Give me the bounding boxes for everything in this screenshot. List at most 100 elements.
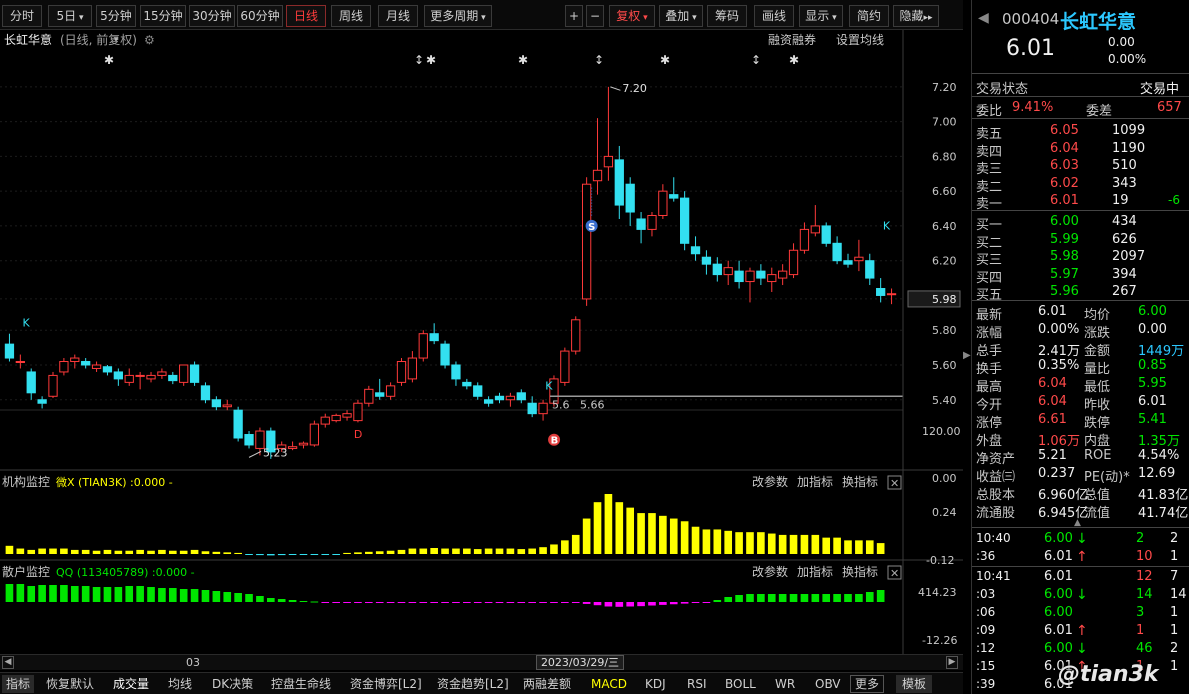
quote-row: 买五 5.96 267 [972, 283, 1189, 303]
indicator-bar [833, 594, 841, 602]
event-star-icon[interactable]: ✱ [518, 53, 528, 67]
candle-body [244, 434, 254, 446]
panel1-switch-indicator[interactable]: 换指标 [842, 474, 878, 489]
tab-15min[interactable]: 15分钟 [140, 5, 186, 27]
tab-rsi[interactable]: RSI [687, 675, 707, 693]
indicator-bar [16, 548, 25, 554]
zoom-out-button[interactable]: − [586, 5, 604, 27]
candle-body [527, 402, 537, 415]
stat-value: 6.04 [1038, 394, 1067, 409]
tab-ma[interactable]: 均线 [168, 675, 192, 693]
tab-weekly[interactable]: 周线 [331, 5, 371, 27]
candle-body [353, 402, 363, 422]
draw-button[interactable]: 画线 [754, 5, 794, 27]
stock-name: 长虹华意 [1060, 11, 1137, 33]
indicator-bar [27, 586, 36, 602]
candle-body [592, 169, 603, 182]
panel1-add-indicator[interactable]: 加指标 [797, 474, 833, 489]
indicator-bar [735, 532, 743, 554]
ma-settings-link[interactable]: 设置均线 [836, 33, 884, 47]
chart-area[interactable]: 长虹华意 (日线, 前复权) 融资融券 设置均线 7.20 7.00 6.80 6.6… [0, 30, 971, 658]
tab-60min[interactable]: 60分钟 [237, 5, 283, 27]
adjust-button[interactable]: 复权 ▾ [609, 5, 655, 27]
stat-value: 0.35% [1038, 358, 1080, 373]
tab-monthly[interactable]: 月线 [378, 5, 418, 27]
scroll-left-button[interactable]: ◀ [2, 656, 14, 669]
panel2-edit-params[interactable]: 改参数 [752, 564, 788, 579]
tab-dk[interactable]: DK决策 [212, 675, 253, 693]
indicator-bar [179, 550, 188, 554]
tab-restore-default[interactable]: 恢复默认 [46, 675, 94, 693]
indicator-bar [408, 548, 417, 554]
prev-stock-icon[interactable]: ◀ [978, 10, 989, 26]
tab-obv[interactable]: OBV [815, 675, 841, 693]
tab-volume[interactable]: 成交量 [113, 675, 149, 693]
tab-more-periods[interactable]: 更多周期 ▾ [424, 5, 492, 27]
indicator-bar [310, 601, 319, 603]
panel2-switch-indicator[interactable]: 换指标 [842, 564, 878, 579]
tick-time: :09 [976, 623, 996, 637]
indicator-bar [256, 596, 264, 602]
candle-body [669, 194, 679, 199]
panel2-add-indicator[interactable]: 加指标 [797, 564, 833, 579]
tab-template[interactable]: 模板 [896, 675, 933, 693]
tab-fund-trend[interactable]: 资金趋势[L2] [437, 675, 509, 693]
tab-kdj[interactable]: KDJ [645, 675, 666, 693]
splitter-handle[interactable]: ▶ [963, 350, 971, 370]
quote-row: 10:41 6.01 12 7 [972, 568, 1189, 586]
event-star-icon[interactable]: ✱ [426, 53, 436, 67]
overlay-button[interactable]: 叠加 ▾ [659, 5, 703, 27]
indicator-bar [680, 521, 689, 554]
tab-indicators[interactable]: 指标 [2, 675, 34, 693]
gear-icon[interactable]: ⚙ [144, 33, 155, 47]
tab-boll[interactable]: BOLL [725, 675, 756, 693]
display-button[interactable]: 显示 ▾ [799, 5, 843, 27]
indicator-bar [430, 602, 438, 603]
zoom-in-button[interactable]: + [565, 5, 583, 27]
tab-fund-game[interactable]: 资金博弈[L2] [350, 675, 422, 693]
tab-macd[interactable]: MACD [591, 675, 627, 693]
tab-5day[interactable]: 5日 ▾ [48, 5, 92, 27]
margin-link[interactable]: 融资融券 [768, 32, 816, 47]
event-star-icon[interactable]: ✱ [789, 53, 799, 67]
event-pin-icon[interactable]: ↕ [751, 53, 761, 67]
event-star-icon[interactable]: ✱ [104, 53, 114, 67]
indicator-bar [876, 590, 885, 602]
close-icon: ✕ [890, 477, 899, 490]
tick-volume: 46 [1136, 641, 1153, 656]
price-tick: 6.20 [932, 255, 957, 268]
tick-volume: 2 [1136, 531, 1145, 546]
quote-row: :03 6.00 ↓ 14 14 [972, 586, 1189, 604]
tab-more[interactable]: 更多 [850, 675, 885, 693]
scroll-right-button[interactable]: ▶ [946, 656, 958, 669]
tab-30min[interactable]: 30分钟 [189, 5, 235, 27]
tick-count: 1 [1170, 549, 1179, 564]
tab-daily[interactable]: 日线 [286, 5, 326, 27]
indicator-bar [637, 513, 645, 554]
hide-button[interactable]: 隐藏▸▸ [893, 5, 939, 27]
time-scrollbar[interactable]: ◀ 03 2023/03/29/三 ▶ [0, 654, 963, 670]
ask-change: -6 [1168, 193, 1180, 207]
mid-label: 5.66 [580, 398, 605, 411]
ask-volume: 510 [1112, 158, 1137, 173]
panel1-edit-params[interactable]: 改参数 [752, 474, 788, 489]
tab-lifeline[interactable]: 控盘生命线 [271, 675, 331, 693]
tick-direction-arrow: ↑ [1076, 549, 1088, 565]
indicator-bar [680, 602, 689, 604]
event-pin-icon[interactable]: ↕ [594, 53, 604, 67]
indicator-bar [484, 548, 493, 554]
candle-body [876, 288, 886, 296]
tab-intraday[interactable]: 分时 [2, 5, 42, 27]
tab-5min[interactable]: 5分钟 ▾ [96, 5, 136, 45]
kline-chart[interactable]: 长虹华意 (日线, 前复权) 融资融券 设置均线 7.20 7.00 6.80 6.6… [0, 30, 963, 658]
indicator-bar [593, 602, 602, 606]
tab-margin-diff[interactable]: 两融差额 [523, 675, 571, 693]
indicator-bar [615, 602, 624, 607]
wc-label: 委差 [1086, 104, 1113, 119]
event-star-icon[interactable]: ✱ [660, 53, 670, 67]
tab-wr[interactable]: WR [775, 675, 795, 693]
event-pin-icon[interactable]: ↕ [414, 53, 424, 67]
simple-button[interactable]: 简约 [849, 5, 889, 27]
candle-body [701, 256, 712, 265]
chips-button[interactable]: 筹码 [707, 5, 747, 27]
